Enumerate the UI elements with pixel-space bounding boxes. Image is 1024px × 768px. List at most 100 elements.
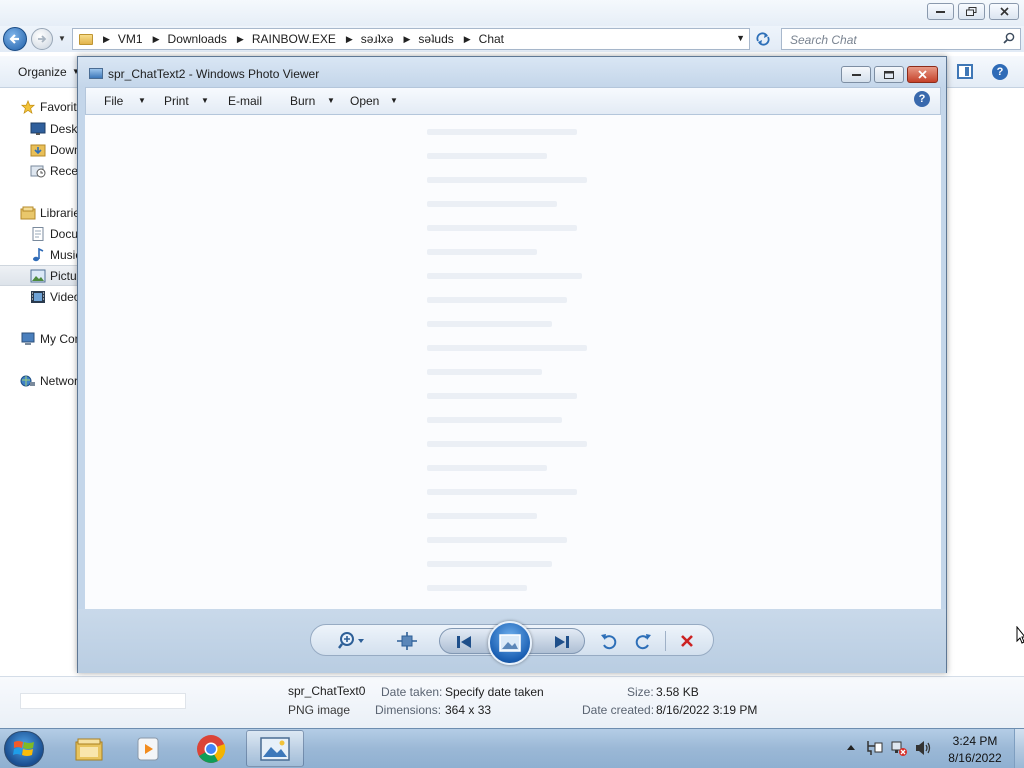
chevron-down-icon[interactable]: ▼ — [327, 96, 335, 105]
action-center-icon[interactable] — [866, 739, 884, 757]
clock-date[interactable]: 8/16/2022 — [941, 751, 1009, 765]
address-row: ▼ ▶ VM1 ▶ Downloads ▶ RAINBOW.EXE ▶ sǝɹʇ… — [0, 26, 1024, 52]
chevron-down-icon[interactable]: ▼ — [390, 96, 398, 105]
organize-menu[interactable]: Organize — [18, 65, 67, 79]
help-icon[interactable]: ? — [992, 64, 1008, 80]
nav-label: Videos — [50, 289, 80, 304]
print-menu[interactable]: Print — [164, 94, 189, 108]
nav-pictures[interactable]: Pictures — [0, 265, 80, 286]
displayed-image — [427, 123, 597, 603]
nav-documents[interactable]: Documents — [0, 223, 80, 244]
zoom-button[interactable] — [337, 629, 369, 653]
recent-pages-dropdown[interactable]: ▼ — [58, 34, 66, 43]
image-canvas[interactable] — [85, 115, 941, 609]
viewer-title-bar[interactable]: spr_ChatText2 - Windows Photo Viewer — [78, 57, 946, 87]
search-icon[interactable] — [1003, 32, 1015, 44]
navigation-group — [439, 621, 585, 665]
date-taken-value[interactable]: Specify date taken — [445, 685, 544, 699]
nav-label: Desktop — [50, 121, 80, 136]
breadcrumb-item[interactable]: Chat — [479, 32, 504, 46]
chevron-right-icon[interactable]: ▶ — [403, 34, 410, 45]
burn-menu[interactable]: Burn — [290, 94, 315, 108]
chevron-down-icon[interactable]: ▼ — [736, 33, 745, 43]
nav-favorites[interactable]: Favorites — [0, 96, 80, 117]
next-button[interactable] — [548, 630, 576, 654]
forward-button[interactable] — [31, 28, 53, 50]
search-input[interactable]: Search Chat — [781, 28, 1021, 50]
refresh-icon — [756, 32, 770, 46]
arrow-right-icon — [38, 35, 47, 43]
pictures-icon — [30, 269, 46, 282]
chevron-right-icon[interactable]: ▶ — [237, 34, 244, 45]
show-desktop-button[interactable] — [1014, 729, 1024, 768]
delete-button[interactable] — [675, 629, 699, 653]
chevron-right-icon[interactable]: ▶ — [153, 34, 160, 45]
nav-network[interactable]: Network — [0, 370, 80, 391]
network-status-icon[interactable] — [890, 739, 908, 757]
nav-libraries[interactable]: Libraries — [0, 202, 80, 223]
restore-icon — [966, 7, 977, 16]
minimize-button[interactable] — [841, 66, 871, 83]
rotate-clockwise-button[interactable] — [631, 629, 655, 653]
restore-button[interactable] — [958, 3, 985, 20]
chevron-right-icon[interactable]: ▶ — [464, 34, 471, 45]
preview-pane-icon[interactable] — [957, 64, 973, 79]
breadcrumb-item[interactable]: VM1 — [118, 32, 143, 46]
close-button[interactable] — [907, 66, 938, 83]
close-button[interactable] — [989, 3, 1019, 20]
slideshow-button[interactable] — [488, 621, 532, 665]
chevron-right-icon[interactable]: ▶ — [346, 34, 353, 45]
minimize-button[interactable] — [927, 3, 954, 20]
taskbar-chrome[interactable] — [182, 730, 240, 767]
nav-label: Network — [40, 373, 80, 388]
taskbar-media-player[interactable] — [120, 730, 178, 767]
nav-desktop[interactable]: Desktop — [0, 118, 80, 139]
viewer-menu-bar: File ▼ Print ▼ E-mail Burn ▼ Open ▼ ? — [85, 87, 941, 115]
chevron-right-icon[interactable]: ▶ — [103, 34, 110, 45]
nav-label: Libraries — [40, 205, 80, 220]
open-menu[interactable]: Open — [350, 94, 379, 108]
taskbar-photo-viewer[interactable] — [246, 730, 304, 767]
chevron-down-icon[interactable]: ▼ — [138, 96, 146, 105]
refresh-button[interactable] — [752, 28, 774, 50]
libraries-icon — [20, 206, 36, 219]
taskbar-explorer[interactable] — [60, 730, 118, 767]
file-type: PNG image — [288, 703, 351, 717]
breadcrumb-item[interactable]: sǝʇuds — [418, 32, 453, 46]
chevron-down-icon[interactable]: ▼ — [201, 96, 209, 105]
email-button[interactable]: E-mail — [228, 94, 262, 108]
address-bar[interactable]: ▶ VM1 ▶ Downloads ▶ RAINBOW.EXE ▶ sǝɹʇxǝ… — [72, 28, 750, 50]
breadcrumb-item[interactable]: RAINBOW.EXE — [252, 32, 336, 46]
nav-music[interactable]: Music — [0, 244, 80, 265]
clock-time[interactable]: 3:24 PM — [946, 734, 1004, 748]
photo-viewer-icon — [260, 736, 290, 761]
start-button[interactable] — [4, 731, 44, 767]
maximize-button[interactable] — [874, 66, 904, 83]
back-button[interactable] — [3, 27, 27, 51]
actual-size-button[interactable] — [395, 629, 419, 653]
help-icon[interactable]: ? — [914, 91, 930, 107]
computer-icon — [21, 332, 35, 345]
chrome-icon — [197, 734, 226, 763]
nav-downloads[interactable]: Downloads — [0, 139, 80, 160]
taskbar: 3:24 PM 8/16/2022 — [0, 728, 1024, 768]
minimize-icon — [851, 74, 861, 76]
nav-computer[interactable]: My Computer — [0, 328, 80, 349]
volume-icon[interactable] — [914, 740, 932, 756]
nav-label: Pictures — [50, 268, 80, 283]
file-menu[interactable]: File — [104, 94, 123, 108]
nav-label: Favorites — [40, 99, 80, 114]
previous-button[interactable] — [450, 630, 478, 654]
photo-viewer-app-icon — [89, 68, 103, 79]
windows-logo-icon — [13, 741, 34, 756]
control-separator — [665, 631, 666, 651]
date-taken-label: Date taken: — [381, 685, 443, 699]
show-hidden-icons-icon[interactable] — [846, 743, 856, 751]
actual-size-icon — [397, 632, 417, 650]
breadcrumb-item[interactable]: sǝɹʇxǝ — [361, 32, 394, 46]
nav-recent-places[interactable]: Recent Places — [0, 160, 80, 181]
nav-videos[interactable]: Videos — [0, 286, 80, 307]
rotate-counterclockwise-button[interactable] — [597, 629, 621, 653]
breadcrumb-item[interactable]: Downloads — [168, 32, 227, 46]
file-name: spr_ChatText0 — [288, 684, 366, 698]
